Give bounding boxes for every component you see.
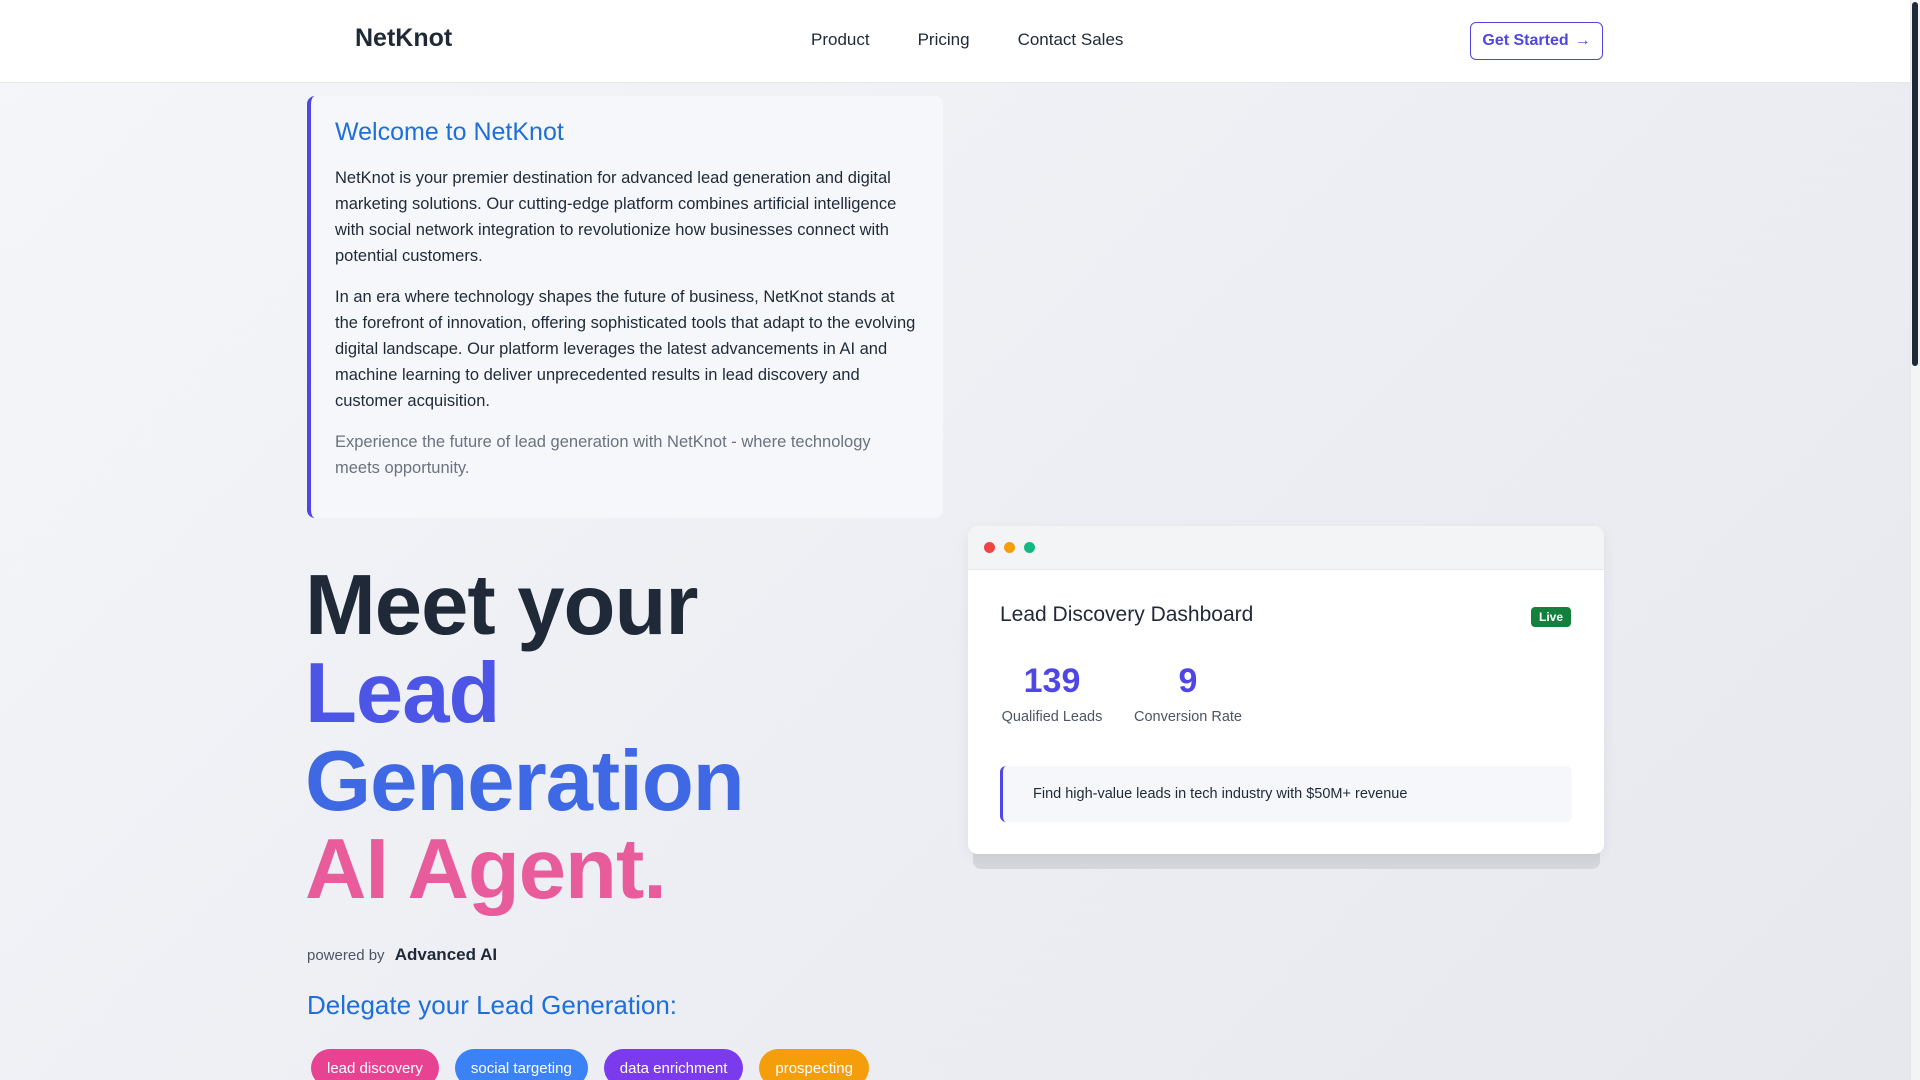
tag-social-targeting[interactable]: social targeting	[454, 1049, 588, 1080]
window-dot-green	[1024, 542, 1035, 553]
window-titlebar	[968, 526, 1604, 570]
dashboard-title: Lead Discovery Dashboard	[1000, 603, 1254, 626]
powered-by: powered by Advanced AI	[307, 945, 497, 965]
hero-line-2: Lead	[305, 646, 500, 741]
tag-prospecting[interactable]: prospecting	[759, 1049, 869, 1080]
window-dot-red	[984, 542, 995, 553]
nav-pricing-link[interactable]: Pricing	[918, 30, 970, 50]
stat-qualified-leads: 139 Qualified Leads	[1000, 662, 1104, 725]
welcome-tagline: Experience the future of lead generation…	[335, 433, 871, 477]
powered-name: Advanced AI	[394, 945, 498, 964]
logo[interactable]: NetKnot	[355, 24, 452, 53]
welcome-card: Welcome to NetKnot NetKnot is your premi…	[307, 96, 943, 518]
stat-label: Qualified Leads	[1001, 709, 1103, 725]
dashboard-shadow	[973, 853, 1600, 869]
delegate-heading: Delegate your Lead Generation:	[307, 990, 678, 1020]
stat-value: 9	[1178, 662, 1198, 700]
scrollbar-thumb[interactable]	[1912, 2, 1918, 366]
tag-lead-discovery[interactable]: lead discovery	[311, 1049, 439, 1080]
capability-tags: lead discovery social targeting data enr…	[311, 1049, 869, 1080]
hero-line-3: Generation	[305, 734, 745, 829]
main-nav: Product Pricing Contact Sales	[811, 30, 1123, 50]
welcome-title: Welcome to NetKnot	[335, 118, 564, 146]
get-started-button[interactable]: Get Started →	[1470, 22, 1603, 60]
query-box: Find high-value leads in tech industry w…	[1000, 766, 1572, 822]
hero-heading: Meet your Lead Generation AI Agent.	[305, 558, 745, 917]
arrow-right-icon: →	[1574, 32, 1591, 49]
nav-contact-sales-link[interactable]: Contact Sales	[1018, 30, 1124, 50]
live-badge: Live	[1531, 607, 1572, 627]
nav-product-link[interactable]: Product	[811, 30, 870, 50]
window-dot-yellow	[1004, 542, 1015, 553]
stat-conversion-rate: 9 Conversion Rate	[1132, 662, 1244, 725]
stat-value: 139	[1023, 662, 1081, 700]
scrollbar-track[interactable]	[1910, 0, 1920, 1080]
welcome-paragraph: NetKnot is your premier destination for …	[335, 169, 897, 265]
tag-data-enrichment[interactable]: data enrichment	[603, 1049, 744, 1080]
powered-prefix: powered by	[307, 947, 385, 964]
get-started-label: Get Started	[1482, 32, 1569, 49]
hero-line-4: AI Agent.	[305, 822, 667, 917]
hero-line-1: Meet your	[305, 558, 698, 653]
site-header: NetKnot Product Pricing Contact Sales Ge…	[0, 0, 1910, 83]
stat-label: Conversion Rate	[1134, 709, 1242, 725]
welcome-paragraph: In an era where technology shapes the fu…	[335, 288, 916, 410]
dashboard-window: Lead Discovery Dashboard Live 139 Qualif…	[968, 526, 1604, 854]
